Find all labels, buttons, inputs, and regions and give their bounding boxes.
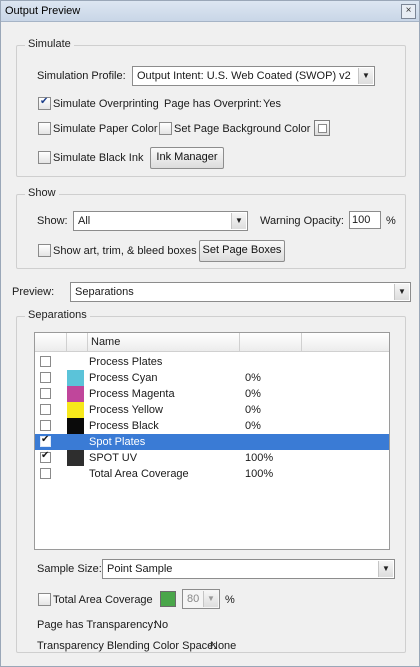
page-has-overprint-value: Yes <box>263 98 281 110</box>
preview-value: Separations <box>75 286 134 298</box>
row-checkbox[interactable] <box>40 388 51 399</box>
show-boxes-checkbox[interactable] <box>38 244 51 257</box>
ink-color-swatch <box>67 450 84 466</box>
simulation-profile-label: Simulation Profile: <box>37 70 126 82</box>
row-checkbox[interactable] <box>40 404 51 415</box>
sample-size-value: Point Sample <box>107 563 173 575</box>
set-page-background-color-checkbox[interactable] <box>159 122 172 135</box>
show-label: Show: <box>37 215 68 227</box>
list-item[interactable]: Process Yellow 0% <box>35 402 389 418</box>
row-name: Process Plates <box>89 356 163 368</box>
simulate-overprinting-checkbox[interactable] <box>38 96 51 110</box>
page-background-color-swatch[interactable] <box>314 120 330 136</box>
ink-manager-button[interactable]: Ink Manager <box>150 147 224 169</box>
page-has-transparency-label: Page has Transparency: <box>37 619 157 631</box>
ink-color-swatch <box>67 418 84 434</box>
list-item[interactable]: Total Area Coverage 100% <box>35 466 389 482</box>
simulate-legend: Simulate <box>25 38 74 50</box>
list-item[interactable]: SPOT UV 100% <box>35 450 389 466</box>
list-item[interactable]: Process Plates <box>35 354 389 370</box>
coverage-color-swatch[interactable] <box>160 591 176 607</box>
row-checkbox[interactable] <box>40 468 51 479</box>
close-icon[interactable]: × <box>401 4 416 19</box>
row-checkbox[interactable] <box>40 450 51 463</box>
preview-label: Preview: <box>12 286 55 298</box>
row-name: SPOT UV <box>89 452 138 464</box>
simulate-paper-color-checkbox[interactable] <box>38 122 51 135</box>
blending-space-value: None <box>210 640 237 652</box>
chevron-down-icon: ▼ <box>358 68 373 84</box>
warning-opacity-label: Warning Opacity: <box>260 215 344 227</box>
sample-size-dropdown[interactable]: Point Sample ▼ <box>102 559 395 579</box>
list-item[interactable]: Process Magenta 0% <box>35 386 389 402</box>
set-page-boxes-button[interactable]: Set Page Boxes <box>199 240 285 262</box>
simulate-paper-color-label: Simulate Paper Color <box>53 123 158 135</box>
total-area-coverage-percent: % <box>225 594 235 606</box>
row-coverage-value: 100% <box>245 468 274 480</box>
row-coverage-value: 0% <box>245 404 261 416</box>
show-dropdown[interactable]: All ▼ <box>73 211 248 231</box>
total-area-coverage-value: 80 <box>187 593 200 605</box>
simulation-profile-dropdown[interactable]: Output Intent: U.S. Web Coated (SWOP) v2… <box>132 66 375 86</box>
row-checkbox[interactable] <box>40 420 51 431</box>
row-coverage-value: 100% <box>245 452 274 464</box>
chevron-down-icon: ▼ <box>394 284 409 300</box>
row-name: Process Yellow <box>89 404 163 416</box>
simulate-black-ink-checkbox[interactable] <box>38 151 51 164</box>
separations-list-header: Name <box>35 333 389 352</box>
column-divider <box>301 333 302 351</box>
total-area-coverage-label: Total Area Coverage <box>53 594 153 606</box>
total-area-coverage-dropdown[interactable]: 80 ▼ <box>182 589 220 609</box>
title-bar[interactable]: Output Preview × <box>1 1 419 22</box>
list-item[interactable]: Process Cyan 0% <box>35 370 389 386</box>
show-boxes-label: Show art, trim, & bleed boxes <box>53 245 197 257</box>
warning-opacity-input[interactable]: 100 <box>349 211 381 229</box>
chevron-down-icon: ▼ <box>378 561 393 577</box>
row-checkbox[interactable] <box>40 434 51 447</box>
row-coverage-value: 0% <box>245 372 261 384</box>
set-page-background-color-label: Set Page Background Color <box>174 123 311 135</box>
separations-list[interactable]: Name Process Plates Process Cyan 0% Process… <box>34 332 390 550</box>
simulate-black-ink-label: Simulate Black Ink <box>53 152 144 164</box>
row-coverage-value: 0% <box>245 420 261 432</box>
row-name: Process Black <box>89 420 159 432</box>
ink-color-swatch <box>67 370 84 386</box>
row-checkbox[interactable] <box>40 372 51 383</box>
row-name: Process Cyan <box>89 372 158 384</box>
column-divider <box>66 333 67 351</box>
simulate-overprinting-label: Simulate Overprinting <box>53 98 159 110</box>
row-name: Process Magenta <box>89 388 175 400</box>
preview-dropdown[interactable]: Separations ▼ <box>70 282 411 302</box>
chevron-down-icon: ▼ <box>231 213 246 229</box>
sample-size-label: Sample Size: <box>37 563 102 575</box>
column-header-name[interactable]: Name <box>91 336 120 348</box>
page-has-overprint-label: Page has Overprint: <box>164 98 262 110</box>
show-value: All <box>78 215 91 227</box>
row-checkbox[interactable] <box>40 356 51 367</box>
chevron-down-icon: ▼ <box>203 591 218 607</box>
row-name: Total Area Coverage <box>89 468 189 480</box>
blending-space-label: Transparency Blending Color Space: <box>37 640 217 652</box>
ink-color-swatch <box>67 386 84 402</box>
page-has-transparency-value: No <box>154 619 169 631</box>
separations-legend: Separations <box>25 309 90 321</box>
output-preview-window: Output Preview × Simulate Simulation Pro… <box>0 0 420 667</box>
column-divider <box>239 333 240 351</box>
row-coverage-value: 0% <box>245 388 261 400</box>
warning-opacity-percent: % <box>386 215 396 227</box>
simulation-profile-value: Output Intent: U.S. Web Coated (SWOP) v2 <box>137 70 351 82</box>
show-legend: Show <box>25 187 59 199</box>
window-title: Output Preview <box>5 5 81 17</box>
list-item[interactable]: Process Black 0% <box>35 418 389 434</box>
ink-color-swatch <box>67 402 84 418</box>
total-area-coverage-checkbox[interactable] <box>38 593 51 606</box>
column-divider <box>87 333 88 351</box>
row-name: Spot Plates <box>89 436 146 448</box>
list-item[interactable]: Spot Plates <box>35 434 389 450</box>
